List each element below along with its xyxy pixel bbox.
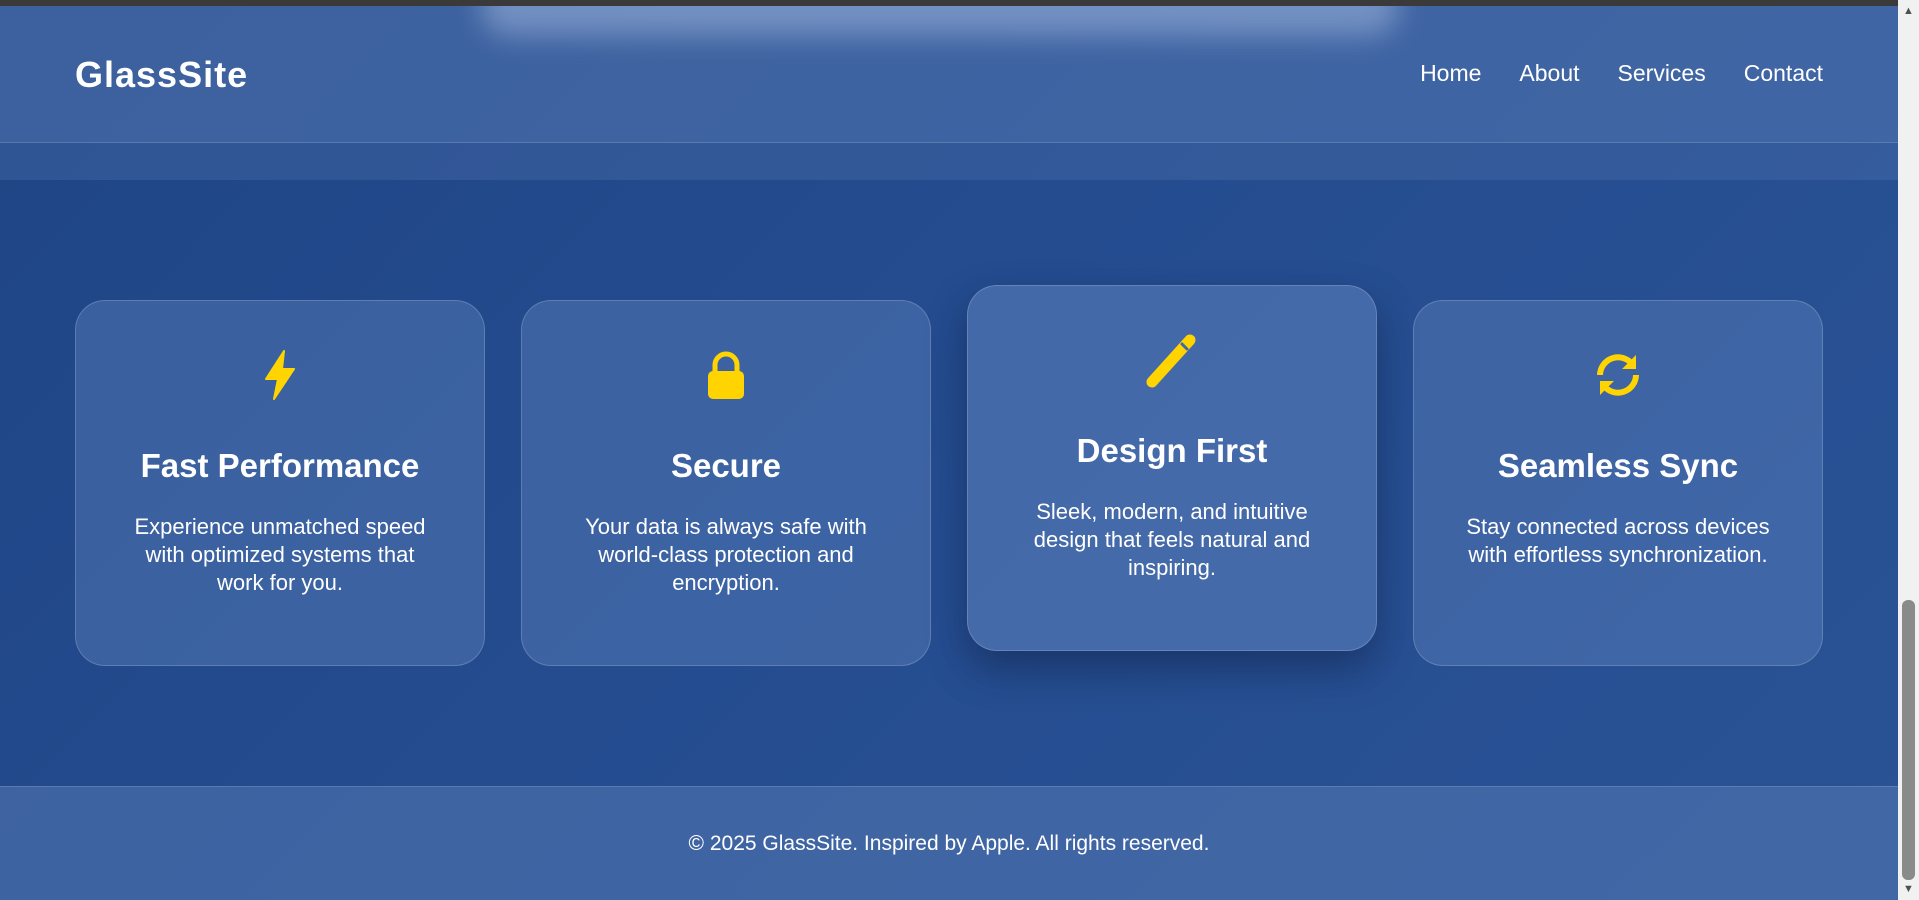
scrollbar-thumb[interactable]	[1902, 600, 1915, 880]
feature-title: Design First	[1076, 432, 1268, 469]
footer-copyright: © 2025 GlassSite. Inspired by Apple. All…	[688, 832, 1210, 855]
feature-description: Experience unmatched speed with optimize…	[134, 514, 426, 595]
nav-link-home[interactable]: Home	[1420, 60, 1481, 87]
feature-card-design-first: Design First Sleek, modern, and intuitiv…	[967, 285, 1377, 651]
pencil-icon	[1146, 334, 1196, 388]
lock-icon	[708, 351, 744, 399]
feature-description: Sleek, modern, and intuitive design that…	[1033, 499, 1311, 580]
vertical-scrollbar[interactable]: ▲ ▼	[1898, 0, 1919, 900]
nav-link-about[interactable]: About	[1519, 60, 1579, 87]
scroll-up-arrow-icon[interactable]: ▲	[1898, 2, 1919, 20]
hero-strip	[0, 143, 1898, 180]
feature-card-seamless-sync: Seamless Sync Stay connected across devi…	[1413, 300, 1823, 666]
feature-card-secure: Secure Your data is always safe with wor…	[521, 300, 931, 666]
feature-title: Secure	[670, 447, 782, 484]
sync-icon	[1597, 354, 1639, 396]
site-logo[interactable]: GlassSite	[75, 54, 248, 96]
scroll-down-arrow-icon[interactable]: ▼	[1898, 880, 1919, 898]
nav-link-services[interactable]: Services	[1618, 60, 1706, 87]
header-glow	[480, 6, 1400, 36]
lightning-icon	[265, 350, 295, 400]
features-section: Fast Performance Experience unmatched sp…	[75, 285, 1823, 666]
feature-card-fast-performance: Fast Performance Experience unmatched sp…	[75, 300, 485, 666]
main-nav: Home About Services Contact	[1420, 60, 1823, 87]
feature-title: Fast Performance	[140, 447, 420, 484]
nav-link-contact[interactable]: Contact	[1744, 60, 1823, 87]
feature-description: Stay connected across devices with effor…	[1466, 514, 1770, 567]
site-footer: © 2025 GlassSite. Inspired by Apple. All…	[0, 786, 1898, 900]
site-header: GlassSite Home About Services Contact	[0, 6, 1898, 143]
feature-description: Your data is always safe with world-clas…	[585, 514, 867, 595]
feature-title: Seamless Sync	[1497, 447, 1739, 484]
